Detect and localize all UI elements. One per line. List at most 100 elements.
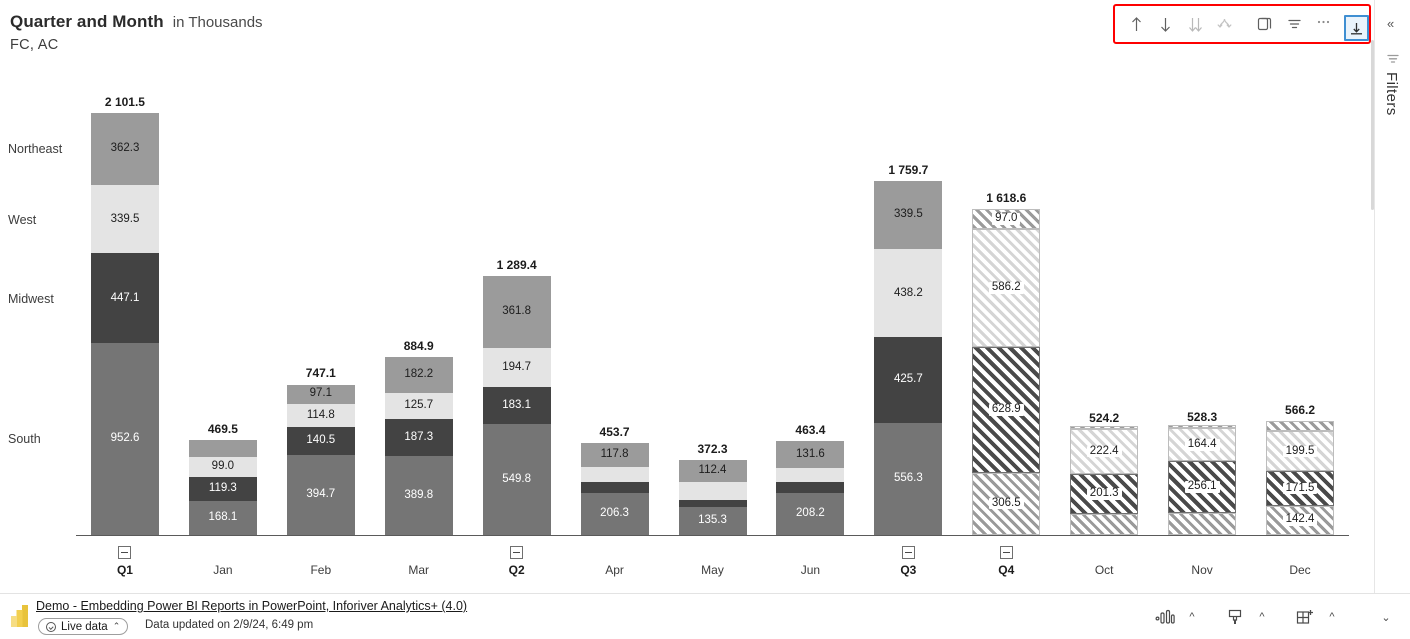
bar-segment[interactable]: 361.8: [482, 275, 551, 349]
more-options-icon[interactable]: [1310, 10, 1337, 38]
x-axis-tick-mar[interactable]: Mar: [370, 546, 468, 577]
bar-group[interactable]: 306.5 628.9 586.2 97.0 1 618.6: [972, 191, 1041, 535]
bar-segment[interactable]: [188, 440, 257, 457]
sort-descending-icon[interactable]: [1153, 10, 1180, 38]
format-brush-icon[interactable]: [1220, 604, 1250, 630]
collapse-chevron-icon[interactable]: «: [1387, 16, 1394, 31]
bar-group[interactable]: 394.7 140.5 114.8 97.1 747.1: [286, 366, 355, 535]
hierarchy-icon[interactable]: [1212, 10, 1239, 38]
bar-segment[interactable]: 171.5: [1266, 471, 1335, 506]
bar-segment[interactable]: 549.8: [482, 424, 551, 535]
bar-segment[interactable]: [580, 481, 649, 494]
bar-group[interactable]: 952.6 447.1 339.5 362.3 2 101.5: [90, 95, 159, 535]
bar-segment[interactable]: [1266, 420, 1335, 432]
bar-segment[interactable]: [1070, 425, 1139, 430]
bar-segment[interactable]: 125.7: [384, 393, 453, 419]
bar-segment[interactable]: 140.5: [286, 427, 355, 456]
bar-segment[interactable]: 206.3: [580, 493, 649, 535]
x-axis-tick-oct[interactable]: Oct: [1055, 546, 1153, 577]
bar-segment[interactable]: 131.6: [776, 441, 845, 468]
bar-segment[interactable]: 168.1: [188, 500, 257, 535]
bar-segment[interactable]: 112.4: [678, 459, 747, 483]
bar-segment[interactable]: 97.1: [286, 384, 355, 404]
bar-group[interactable]: 201.3 222.4 524.2: [1070, 411, 1139, 535]
bar-group[interactable]: 208.2 131.6 463.4: [776, 423, 845, 535]
x-axis-tick-dec[interactable]: Dec: [1251, 546, 1349, 577]
bar-segment[interactable]: 99.0: [188, 456, 257, 477]
bar-segment[interactable]: 628.9: [972, 346, 1041, 473]
bar-segment[interactable]: 194.7: [482, 348, 551, 388]
bar-segment[interactable]: 182.2: [384, 356, 453, 394]
bar-group[interactable]: 135.3 112.4 372.3: [678, 442, 747, 535]
x-axis-tick-q1[interactable]: Q1: [76, 546, 174, 577]
x-axis-tick-q4[interactable]: Q4: [957, 546, 1055, 577]
bar-segment[interactable]: 199.5: [1266, 431, 1335, 472]
collapse-toggle-q4[interactable]: [999, 546, 1013, 559]
bar-segment[interactable]: 952.6: [90, 343, 159, 535]
collapse-toggle-q3[interactable]: [901, 546, 915, 559]
filters-panel-label[interactable]: Filters: [1383, 72, 1400, 116]
bar-segment[interactable]: 447.1: [90, 253, 159, 344]
bar-segment[interactable]: 119.3: [188, 476, 257, 501]
bar-segment[interactable]: 389.8: [384, 456, 453, 535]
bar-segment[interactable]: 425.7: [874, 337, 943, 423]
filter-icon[interactable]: [1281, 10, 1308, 38]
bar-segment[interactable]: [1168, 425, 1237, 429]
bar-segment[interactable]: [1070, 514, 1139, 535]
bar-segment[interactable]: 201.3: [1070, 473, 1139, 515]
copy-icon[interactable]: [1251, 10, 1278, 38]
x-axis-tick-nov[interactable]: Nov: [1153, 546, 1251, 577]
bar-group[interactable]: 168.1 119.3 99.0 469.5: [188, 422, 257, 535]
chevron-up-icon[interactable]: ^: [1182, 604, 1202, 630]
bar-group[interactable]: 256.1 164.4 528.3: [1168, 410, 1237, 535]
add-visual-icon[interactable]: [1290, 604, 1320, 630]
filter-icon[interactable]: [1386, 52, 1400, 71]
bar-segment[interactable]: 97.0: [972, 209, 1041, 229]
bar-segment[interactable]: 135.3: [678, 507, 747, 535]
x-axis-tick-may[interactable]: May: [664, 546, 762, 577]
bar-segment[interactable]: 183.1: [482, 387, 551, 425]
bar-segment[interactable]: 339.5: [874, 181, 943, 250]
bar-segment[interactable]: 187.3: [384, 418, 453, 457]
focus-mode-icon[interactable]: [1343, 15, 1370, 41]
bar-segment[interactable]: [1168, 512, 1237, 535]
x-axis-tick-q3[interactable]: Q3: [859, 546, 957, 577]
chevron-up-icon[interactable]: ^: [1252, 604, 1272, 630]
bar-segment[interactable]: [580, 467, 649, 482]
bar-segment[interactable]: 256.1: [1168, 461, 1237, 513]
bar-segment[interactable]: 114.8: [286, 403, 355, 428]
x-axis-tick-apr[interactable]: Apr: [566, 546, 664, 577]
chevron-down-icon[interactable]: ⌄: [1376, 604, 1396, 630]
bar-segment[interactable]: 208.2: [776, 492, 845, 535]
collapse-toggle-q2[interactable]: [510, 546, 524, 559]
bar-segment[interactable]: 164.4: [1168, 428, 1237, 462]
bar-segment[interactable]: 222.4: [1070, 429, 1139, 474]
collapse-toggle-q1[interactable]: [118, 546, 132, 559]
bar-segment[interactable]: [776, 482, 845, 493]
bar-segment[interactable]: 394.7: [286, 455, 355, 535]
bar-segment[interactable]: 142.4: [1266, 505, 1335, 535]
bar-segment[interactable]: [776, 467, 845, 483]
bar-group[interactable]: 389.8 187.3 125.7 182.2 884.9: [384, 339, 453, 535]
bar-segment[interactable]: 339.5: [90, 185, 159, 254]
bar-segment[interactable]: [678, 499, 747, 508]
vertical-scrollbar[interactable]: [1371, 40, 1374, 210]
x-axis-tick-feb[interactable]: Feb: [272, 546, 370, 577]
bar-group[interactable]: 142.4 171.5 199.5 566.2: [1266, 403, 1335, 535]
bar-group[interactable]: 549.8 183.1 194.7 361.8 1 289.4: [482, 258, 551, 535]
x-axis-tick-jun[interactable]: Jun: [761, 546, 859, 577]
x-axis-tick-jan[interactable]: Jan: [174, 546, 272, 577]
bar-segment[interactable]: 362.3: [90, 112, 159, 186]
bar-group[interactable]: 206.3 117.8 453.7: [580, 425, 649, 535]
bar-segment[interactable]: 306.5: [972, 472, 1041, 535]
report-title-link[interactable]: Demo - Embedding Power BI Reports in Pow…: [36, 599, 467, 613]
sort-ascending-icon[interactable]: [1123, 10, 1150, 38]
visualizations-icon[interactable]: [1150, 604, 1180, 630]
bar-segment[interactable]: 556.3: [874, 422, 943, 535]
bar-segment[interactable]: [678, 482, 747, 500]
x-axis-tick-q2[interactable]: Q2: [468, 546, 566, 577]
bar-segment[interactable]: 438.2: [874, 249, 943, 338]
sort-double-down-icon[interactable]: [1182, 10, 1209, 38]
chevron-up-icon[interactable]: ^: [1322, 604, 1342, 630]
bar-group[interactable]: 556.3 425.7 438.2 339.5 1 759.7: [874, 163, 943, 535]
